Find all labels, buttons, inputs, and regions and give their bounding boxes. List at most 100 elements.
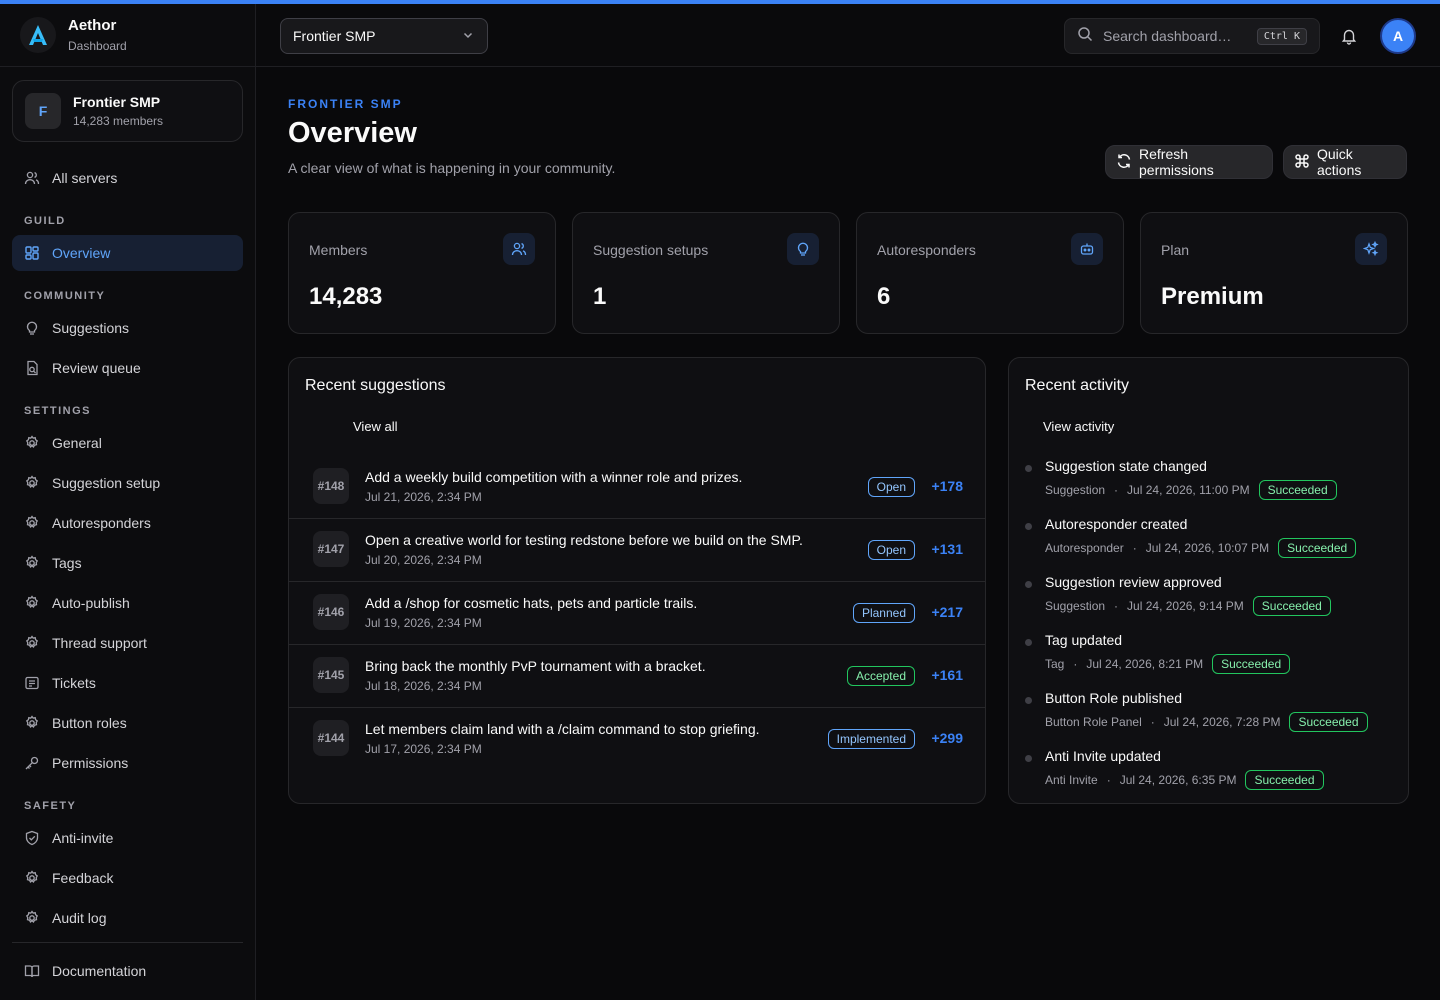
- activity-title: Autoresponder created: [1045, 516, 1188, 532]
- gear-icon: [24, 475, 40, 491]
- suggestion-row[interactable]: #145 Bring back the monthly PvP tourname…: [289, 645, 985, 708]
- activity-meta: Tag · Jul 24, 2026, 8:21 PM Succeeded: [1045, 654, 1291, 674]
- suggestion-date: Jul 20, 2026, 2:34 PM: [365, 553, 482, 567]
- sidebar-item-label: Thread support: [52, 635, 147, 651]
- activity-time: Jul 24, 2026, 6:35 PM: [1119, 773, 1237, 787]
- status-badge: Planned: [852, 603, 915, 623]
- book-icon: [24, 963, 40, 979]
- users-icon: [24, 170, 40, 186]
- sidebar-item-autoresponders[interactable]: Autoresponders: [12, 505, 243, 541]
- sidebar-item-overview[interactable]: Overview: [12, 235, 243, 271]
- gear-icon: [24, 435, 40, 451]
- bot-icon: [1071, 233, 1103, 265]
- meta-separator: ·: [1114, 599, 1119, 613]
- sidebar-item-button-roles[interactable]: Button roles: [12, 705, 243, 741]
- stat-value: Premium: [1161, 283, 1264, 310]
- search-input[interactable]: [1103, 28, 1257, 44]
- stat-label: Plan: [1161, 242, 1190, 258]
- suggestion-id: #148: [313, 468, 349, 504]
- server-card[interactable]: F Frontier SMP 14,283 members: [12, 80, 243, 142]
- activity-title: Suggestion state changed: [1045, 458, 1207, 474]
- status-badge: Succeeded: [1258, 480, 1337, 500]
- page-title: Overview: [288, 117, 417, 149]
- search-icon: [1077, 26, 1093, 47]
- panel-title: Recent activity: [1025, 377, 1130, 394]
- sidebar-item-label: Anti-invite: [52, 830, 114, 846]
- command-icon: [1294, 153, 1310, 172]
- vote-count: +131: [931, 541, 963, 557]
- activity-item: Anti Invite updated Anti Invite · Jul 24…: [1025, 748, 1395, 803]
- nav-section-safety: SAFETY: [24, 800, 77, 812]
- activity-title: Button Role published: [1045, 690, 1182, 706]
- status-badge: Succeeded: [1212, 654, 1291, 674]
- sidebar-item-tickets[interactable]: Tickets: [12, 665, 243, 701]
- suggestion-row[interactable]: #144 Let members claim land with a /clai…: [289, 708, 985, 771]
- suggestion-row[interactable]: #148 Add a weekly build competition with…: [289, 456, 985, 519]
- lightbulb-icon: [24, 320, 40, 336]
- sidebar-item-label: Tickets: [52, 675, 96, 691]
- activity-dot: [1025, 755, 1032, 762]
- suggestion-title: Let members claim land with a /claim com…: [365, 721, 760, 737]
- users-icon: [503, 233, 535, 265]
- activity-meta: Anti Invite · Jul 24, 2026, 6:35 PM Succ…: [1045, 770, 1324, 790]
- sidebar-item-tags[interactable]: Tags: [12, 545, 243, 581]
- review-queue-icon: [24, 360, 40, 376]
- activity-title: Suggestion review approved: [1045, 574, 1222, 590]
- suggestion-id: #144: [313, 720, 349, 756]
- gear-icon: [24, 635, 40, 651]
- activity-time: Jul 24, 2026, 7:28 PM: [1163, 715, 1281, 729]
- sidebar-item-suggestion-setup[interactable]: Suggestion setup: [12, 465, 243, 501]
- sidebar-item-label: Button roles: [52, 715, 127, 731]
- user-avatar[interactable]: A: [1380, 18, 1416, 54]
- sidebar-item-general[interactable]: General: [12, 425, 243, 461]
- refresh-permissions-button[interactable]: Refresh permissions: [1105, 145, 1273, 179]
- recent-activity-panel: Recent activity View activity Suggestion…: [1008, 357, 1409, 804]
- activity-title: Anti Invite updated: [1045, 748, 1161, 764]
- sidebar-item-label: Documentation: [52, 963, 147, 979]
- vote-count: +299: [931, 730, 963, 746]
- activity-item: Button Role published Button Role Panel …: [1025, 690, 1395, 748]
- sidebar-item-auto-publish[interactable]: Auto-publish: [12, 585, 243, 621]
- search-bar[interactable]: Ctrl K: [1064, 18, 1320, 54]
- gear-icon: [24, 715, 40, 731]
- activity-title: Tag updated: [1045, 632, 1123, 648]
- server-select-dropdown[interactable]: Frontier SMP: [280, 18, 488, 54]
- suggestion-title: Bring back the monthly PvP tournament wi…: [365, 658, 706, 674]
- sidebar-item-suggestions[interactable]: Suggestions: [12, 310, 243, 346]
- vote-count: +161: [931, 667, 963, 683]
- sidebar-item-audit-log[interactable]: Audit log: [12, 900, 243, 936]
- sidebar-item-permissions[interactable]: Permissions: [12, 745, 243, 781]
- stat-value: 14,283: [309, 283, 383, 310]
- view-all-suggestions-link[interactable]: View all: [353, 419, 398, 434]
- sidebar-item-anti-invite[interactable]: Anti-invite: [12, 820, 243, 856]
- stat-card-suggestion-setups: Suggestion setups 1: [572, 212, 840, 334]
- sidebar-item-feedback[interactable]: Feedback: [12, 860, 243, 896]
- top-accent-bar: [0, 0, 1440, 4]
- sidebar-item-documentation[interactable]: Documentation: [12, 953, 243, 989]
- activity-dot: [1025, 639, 1032, 646]
- sidebar-item-label: Autoresponders: [52, 515, 151, 531]
- sidebar-item-all-servers[interactable]: All servers: [12, 160, 243, 196]
- suggestion-row[interactable]: #147 Open a creative world for testing r…: [289, 519, 985, 582]
- server-member-count: 14,283 members: [73, 114, 164, 128]
- sidebar-item-label: Permissions: [52, 755, 129, 771]
- brand[interactable]: Aethor Dashboard: [0, 4, 255, 67]
- top-header: Frontier SMP Ctrl K A: [256, 4, 1440, 67]
- sidebar: Aethor Dashboard F Frontier SMP 14,283 m…: [0, 4, 256, 1000]
- view-activity-link[interactable]: View activity: [1043, 419, 1114, 434]
- bell-icon[interactable]: [1340, 27, 1358, 45]
- sidebar-item-label: Audit log: [52, 910, 107, 926]
- activity-item: Tag updated Tag · Jul 24, 2026, 8:21 PM …: [1025, 632, 1395, 690]
- sidebar-item-thread-support[interactable]: Thread support: [12, 625, 243, 661]
- activity-module: Tag: [1045, 657, 1065, 671]
- sidebar-item-review-queue[interactable]: Review queue: [12, 350, 243, 386]
- stat-card-members: Members 14,283: [288, 212, 556, 334]
- activity-item: Suggestion review approved Suggestion · …: [1025, 574, 1395, 632]
- sidebar-divider: [12, 942, 243, 943]
- activity-dot: [1025, 523, 1032, 530]
- refresh-icon: [1116, 153, 1132, 172]
- suggestion-row[interactable]: #146 Add a /shop for cosmetic hats, pets…: [289, 582, 985, 645]
- suggestion-id: #147: [313, 531, 349, 567]
- quick-actions-button[interactable]: Quick actions: [1283, 145, 1407, 179]
- meta-separator: ·: [1132, 541, 1137, 555]
